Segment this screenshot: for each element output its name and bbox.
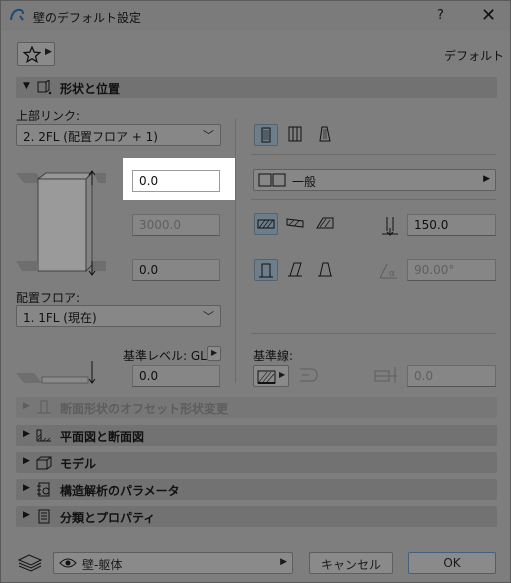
section-title-shape: 形状と位置 bbox=[60, 82, 121, 96]
chevron-down-icon: ﹀ bbox=[203, 310, 214, 323]
right-divider-3 bbox=[251, 333, 496, 334]
section-header-classification[interactable]: ▶ 分類とプロパティ bbox=[16, 506, 497, 527]
favorites-button[interactable]: ▶ bbox=[17, 42, 55, 66]
composite-wall-icon bbox=[288, 126, 302, 142]
vertical-wall-icon bbox=[259, 263, 273, 278]
profile-wall-icon bbox=[319, 126, 331, 142]
dialog-window: 壁のデフォルト設定 ? ✕ ▶ デフォルト ▼ 形状と位置 上部リンク: 2. … bbox=[0, 0, 511, 583]
ok-button[interactable]: OK bbox=[408, 552, 496, 574]
fill-profile-button[interactable] bbox=[314, 213, 338, 235]
structural-analysis-icon bbox=[37, 482, 50, 497]
help-button[interactable]: ? bbox=[437, 8, 444, 23]
thickness-input[interactable]: 150.0 bbox=[407, 214, 496, 236]
caret-right-icon: ▶ bbox=[211, 348, 218, 357]
slanted-wall-button[interactable] bbox=[284, 259, 308, 281]
section-title-classification: 分類とプロパティ bbox=[60, 511, 156, 525]
bottom-offset-input[interactable]: 0.0 bbox=[132, 259, 220, 281]
section-header-model[interactable]: ▶ モデル bbox=[16, 452, 497, 473]
section-header-offset-modify: ▶ 断面形状のオフセット形状変更 bbox=[16, 397, 497, 418]
slanted-fill-icon bbox=[286, 218, 304, 228]
structure-value: 一般 bbox=[292, 175, 317, 189]
expand-right-icon: ▶ bbox=[23, 429, 30, 439]
caret-right-icon: ▶ bbox=[279, 370, 286, 379]
floor-plan-icon bbox=[36, 429, 51, 442]
vertical-wall-button[interactable] bbox=[254, 259, 278, 281]
chevron-down-icon: ﹀ bbox=[203, 129, 214, 142]
title-bar: 壁のデフォルト設定 ? ✕ bbox=[1, 1, 510, 31]
wall-section-diagram bbox=[16, 170, 106, 384]
ref-level-label: 基準レベル: GL bbox=[123, 349, 207, 363]
ref-line-select-button[interactable]: ▶ bbox=[253, 365, 289, 387]
document-properties-icon bbox=[38, 509, 50, 524]
top-link-label: 上部リンク: bbox=[16, 109, 81, 123]
layer-icon bbox=[17, 554, 43, 572]
section-header-structural[interactable]: ▶ 構造解析のパラメータ bbox=[16, 479, 497, 500]
profile-fill-icon bbox=[316, 217, 334, 229]
model-box-icon bbox=[36, 456, 52, 470]
home-floor-label: 配置フロア: bbox=[16, 291, 81, 305]
top-link-value: 2. 2FL (配置フロア + 1) bbox=[23, 130, 158, 144]
column-divider bbox=[235, 119, 236, 383]
offset-profile-icon bbox=[37, 400, 51, 414]
ok-label: OK bbox=[443, 556, 461, 570]
top-link-select[interactable]: 2. 2FL (配置フロア + 1) ﹀ bbox=[16, 124, 221, 146]
section-title-model: モデル bbox=[60, 457, 97, 471]
expand-right-icon: ▶ bbox=[23, 401, 30, 411]
straight-wall-button[interactable] bbox=[254, 124, 278, 146]
home-floor-value: 1. 1FL (現在) bbox=[23, 311, 97, 325]
profile-wall-button[interactable] bbox=[314, 124, 338, 146]
straight-wall-icon bbox=[261, 127, 271, 143]
cancel-label: キャンセル bbox=[320, 558, 381, 572]
base-offset-input[interactable]: 0.0 bbox=[132, 365, 220, 387]
fill-solid-button[interactable] bbox=[254, 213, 278, 235]
caret-right-icon: ▶ bbox=[483, 174, 490, 184]
star-icon bbox=[23, 46, 41, 63]
wall-shape-icon bbox=[37, 80, 52, 95]
archicad-logo-icon bbox=[10, 8, 24, 21]
ref-line-label: 基準線: bbox=[253, 349, 294, 363]
layer-select[interactable]: 壁-躯体 ▶ bbox=[53, 552, 293, 574]
expand-right-icon: ▶ bbox=[23, 510, 30, 520]
basic-structure-icon bbox=[258, 173, 286, 187]
expand-right-icon: ▶ bbox=[23, 483, 30, 493]
slant-angle-icon: α bbox=[379, 263, 397, 279]
section-header-floor-plan[interactable]: ▶ 平面図と断面図 bbox=[16, 425, 497, 446]
ref-line-icon bbox=[257, 370, 276, 384]
ref-line-offset-icon bbox=[374, 367, 397, 383]
flip-ref-line-icon[interactable] bbox=[297, 365, 323, 385]
section-title-structural: 構造解析のパラメータ bbox=[60, 484, 180, 498]
right-divider-1 bbox=[251, 154, 496, 155]
expand-down-icon: ▼ bbox=[23, 81, 30, 91]
caret-right-icon: ▶ bbox=[45, 47, 52, 57]
double-slanted-wall-icon bbox=[318, 262, 332, 277]
wall-height-input[interactable]: 3000.0 bbox=[132, 214, 220, 236]
structure-select[interactable]: 一般 ▶ bbox=[253, 169, 496, 191]
thickness-icon bbox=[382, 217, 398, 236]
expand-right-icon: ▶ bbox=[23, 456, 30, 466]
fill-slanted-button[interactable] bbox=[284, 213, 308, 235]
slanted-wall-icon bbox=[288, 262, 302, 277]
section-title-floor-plan: 平面図と断面図 bbox=[60, 430, 145, 444]
window-title: 壁のデフォルト設定 bbox=[33, 11, 142, 25]
ref-level-menu-button[interactable]: ▶ bbox=[207, 346, 221, 361]
right-divider-2 bbox=[251, 199, 496, 200]
ref-line-offset-input[interactable]: 0.0 bbox=[407, 365, 496, 387]
section-title-offset-modify: 断面形状のオフセット形状変更 bbox=[60, 402, 229, 416]
svg-text:α: α bbox=[389, 269, 395, 279]
home-floor-select[interactable]: 1. 1FL (現在) ﹀ bbox=[16, 305, 221, 327]
section-header-shape[interactable]: ▼ 形状と位置 bbox=[16, 77, 497, 98]
favorites-label: デフォルト bbox=[444, 49, 505, 63]
close-button[interactable]: ✕ bbox=[481, 5, 496, 26]
trapezoid-wall-button[interactable] bbox=[284, 124, 308, 146]
slant-angle-input[interactable]: 90.00° bbox=[407, 259, 496, 281]
double-slanted-wall-button[interactable] bbox=[314, 259, 338, 281]
hatch-fill-icon bbox=[257, 219, 275, 229]
top-offset-input[interactable]: 0.0 bbox=[132, 170, 220, 192]
caret-right-icon: ▶ bbox=[280, 557, 287, 567]
eye-icon bbox=[59, 558, 77, 568]
layer-value: 壁-躯体 bbox=[82, 558, 123, 572]
cancel-button[interactable]: キャンセル bbox=[309, 552, 393, 574]
